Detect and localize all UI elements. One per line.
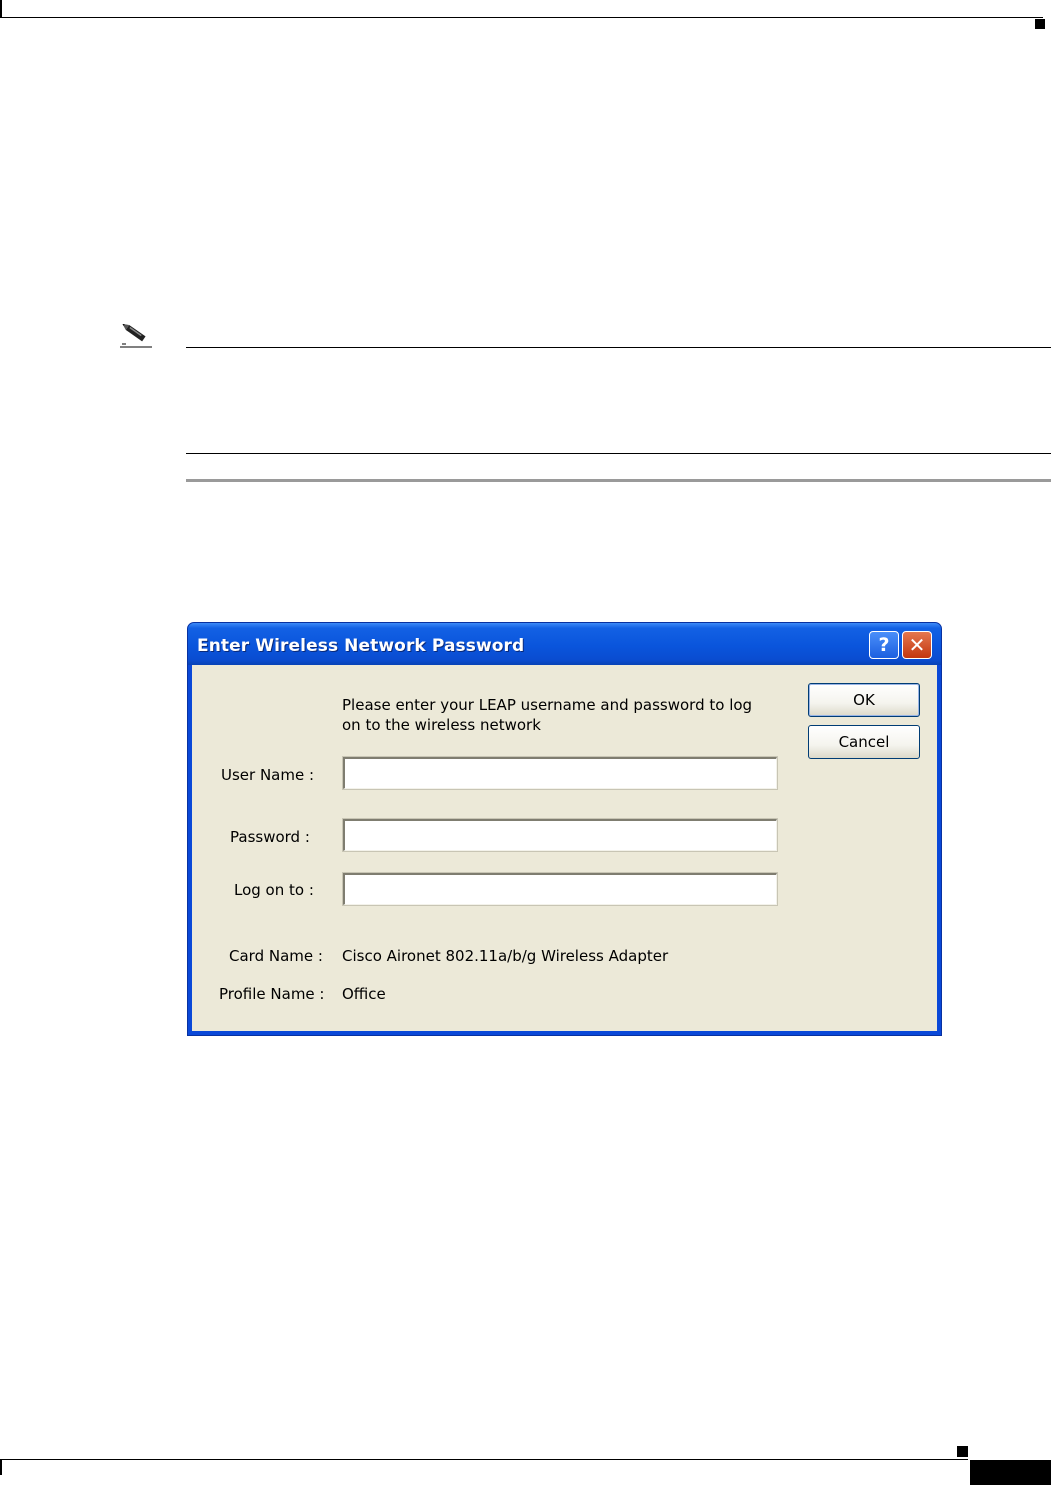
note-top-rule [186,347,1051,348]
header-tick [0,0,2,18]
footer-tick [0,1459,2,1475]
help-button[interactable]: ? [869,631,899,659]
card-name-label: Card Name : [229,947,323,965]
card-name-value: Cisco Aironet 802.11a/b/g Wireless Adapt… [342,947,669,965]
question-mark-icon: ? [878,634,890,656]
dialog-title: Enter Wireless Network Password [197,636,525,656]
password-field[interactable] [342,818,778,852]
footer-marker [957,1446,968,1457]
username-label: User Name : [221,766,315,784]
manual-page: Enter Wireless Network Password ? ✕ Plea… [0,0,1051,1485]
profile-name-value: Office [342,985,386,1003]
close-button[interactable]: ✕ [902,631,932,659]
logon-domain-field[interactable] [342,872,778,906]
enter-password-dialog: Enter Wireless Network Password ? ✕ Plea… [187,622,942,1036]
footer-rule [0,1459,968,1460]
header-marker [1035,19,1045,29]
header-rule [0,17,1043,18]
note-bottom-rule [186,453,1051,454]
ok-button[interactable]: OK [808,683,920,717]
dialog-body: Please enter your LEAP username and pass… [192,665,937,1031]
logon-label: Log on to : [234,881,314,899]
pencil-note-icon [120,323,152,348]
footer-page-tab [970,1460,1051,1485]
dialog-titlebar[interactable]: Enter Wireless Network Password ? ✕ [188,623,941,665]
close-icon: ✕ [908,633,926,657]
dialog-prompt: Please enter your LEAP username and pass… [342,696,753,734]
section-rule [186,479,1051,482]
password-label: Password : [230,828,310,846]
username-field[interactable] [342,756,778,790]
profile-name-label: Profile Name : [219,985,325,1003]
cancel-button[interactable]: Cancel [808,725,920,759]
